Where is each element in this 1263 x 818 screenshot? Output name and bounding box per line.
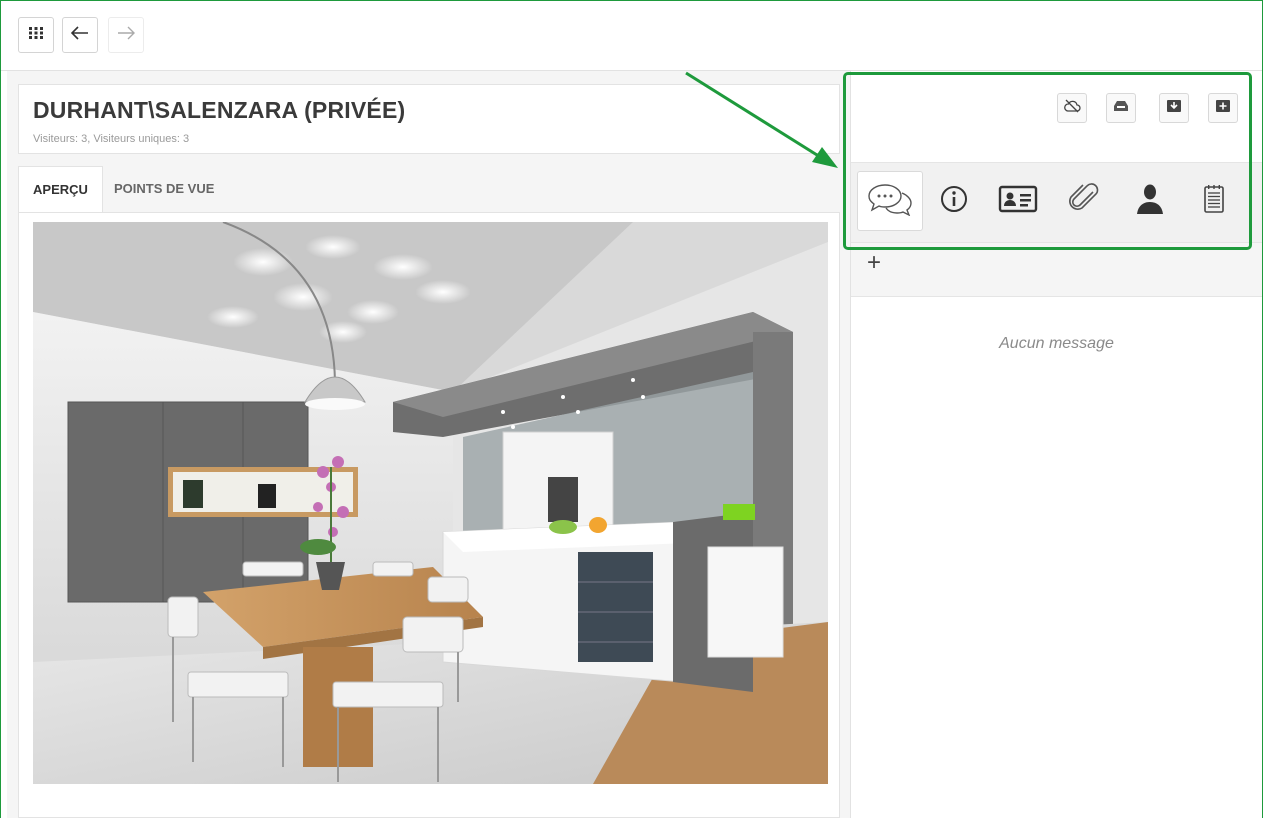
add-box-icon (1215, 99, 1231, 118)
add-message-button[interactable]: + (867, 251, 881, 275)
forward-button[interactable] (108, 17, 144, 53)
add-box-button[interactable] (1208, 93, 1238, 123)
kitchen-render-image (33, 222, 828, 784)
inbox-button[interactable] (1106, 93, 1136, 123)
tab-info[interactable] (921, 171, 987, 231)
paperclip-icon (1067, 182, 1101, 221)
arrow-right-icon (117, 26, 135, 45)
arrow-left-icon (70, 25, 89, 45)
tab-user[interactable] (1117, 171, 1183, 231)
notepad-icon (1203, 184, 1225, 219)
top-toolbar (1, 1, 1262, 71)
comments-icon (867, 182, 913, 221)
apps-button[interactable] (18, 17, 54, 53)
side-panel: + Aucun message (850, 71, 1262, 818)
side-action-bar (851, 71, 1262, 163)
grid-icon (28, 25, 44, 46)
message-toolbar: + (851, 243, 1262, 297)
visitor-stats: Visiteurs: 3, Visiteurs uniques: 3 (33, 133, 190, 145)
download-box-icon (1166, 99, 1182, 118)
user-icon (1135, 183, 1165, 220)
tab-apercu[interactable]: APERÇU (18, 166, 103, 212)
project-panel: DURHANT\SALENZARA (PRIVÉE) Visiteurs: 3,… (7, 71, 850, 818)
back-button[interactable] (62, 17, 98, 53)
preview-content (18, 212, 840, 818)
page-title: DURHANT\SALENZARA (PRIVÉE) (33, 97, 406, 123)
project-header: DURHANT\SALENZARA (PRIVÉE) Visiteurs: 3,… (18, 84, 840, 154)
tab-points-de-vue[interactable]: POINTS DE VUE (105, 166, 223, 212)
id-card-icon (998, 185, 1038, 218)
cloud-off-icon (1063, 99, 1081, 118)
side-tab-bar (851, 163, 1262, 243)
info-icon (940, 185, 968, 218)
tab-attachments[interactable] (1051, 171, 1117, 231)
sync-off-button[interactable] (1057, 93, 1087, 123)
tab-contact-card[interactable] (985, 171, 1051, 231)
empty-messages-text: Aucun message (999, 335, 1114, 352)
download-button[interactable] (1159, 93, 1189, 123)
inbox-icon (1112, 99, 1130, 118)
tab-messages[interactable] (857, 171, 923, 231)
tab-notes[interactable] (1181, 171, 1247, 231)
